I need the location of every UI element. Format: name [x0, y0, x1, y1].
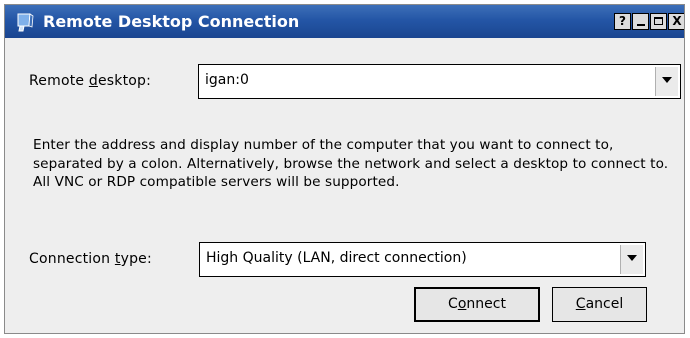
remote-desktop-app-icon — [17, 13, 34, 32]
remote-desktop-label: Remote desktop: — [29, 73, 152, 89]
cancel-button[interactable]: Cancel — [552, 287, 647, 322]
window-title: Remote Desktop Connection — [43, 12, 300, 31]
remote-desktop-dropdown-button[interactable] — [655, 67, 678, 96]
remote-desktop-input[interactable]: igan:0 — [205, 72, 249, 88]
connection-type-select[interactable]: High Quality (LAN, direct connection) — [199, 242, 646, 277]
minimize-button[interactable] — [632, 13, 649, 30]
connect-button[interactable]: Connect — [414, 287, 540, 322]
remote-desktop-dialog: Remote Desktop Connection ? X Remote des… — [4, 4, 685, 334]
chevron-down-icon — [662, 77, 672, 83]
instructions-text: Enter the address and display number of … — [33, 137, 669, 190]
remote-desktop-combobox[interactable]: igan:0 — [198, 64, 681, 99]
maximize-icon — [654, 17, 663, 25]
close-button[interactable]: X — [668, 13, 684, 30]
title-bar[interactable]: Remote Desktop Connection ? X — [5, 5, 684, 38]
maximize-button[interactable] — [650, 13, 667, 30]
help-button[interactable]: ? — [614, 13, 631, 30]
minimize-icon — [637, 24, 645, 26]
connection-type-dropdown-button[interactable] — [620, 245, 643, 274]
chevron-down-icon — [627, 255, 637, 261]
connection-type-label: Connection type: — [29, 251, 152, 267]
remote-desktop-accel-key: d — [88, 73, 98, 89]
connection-type-value: High Quality (LAN, direct connection) — [206, 250, 467, 266]
